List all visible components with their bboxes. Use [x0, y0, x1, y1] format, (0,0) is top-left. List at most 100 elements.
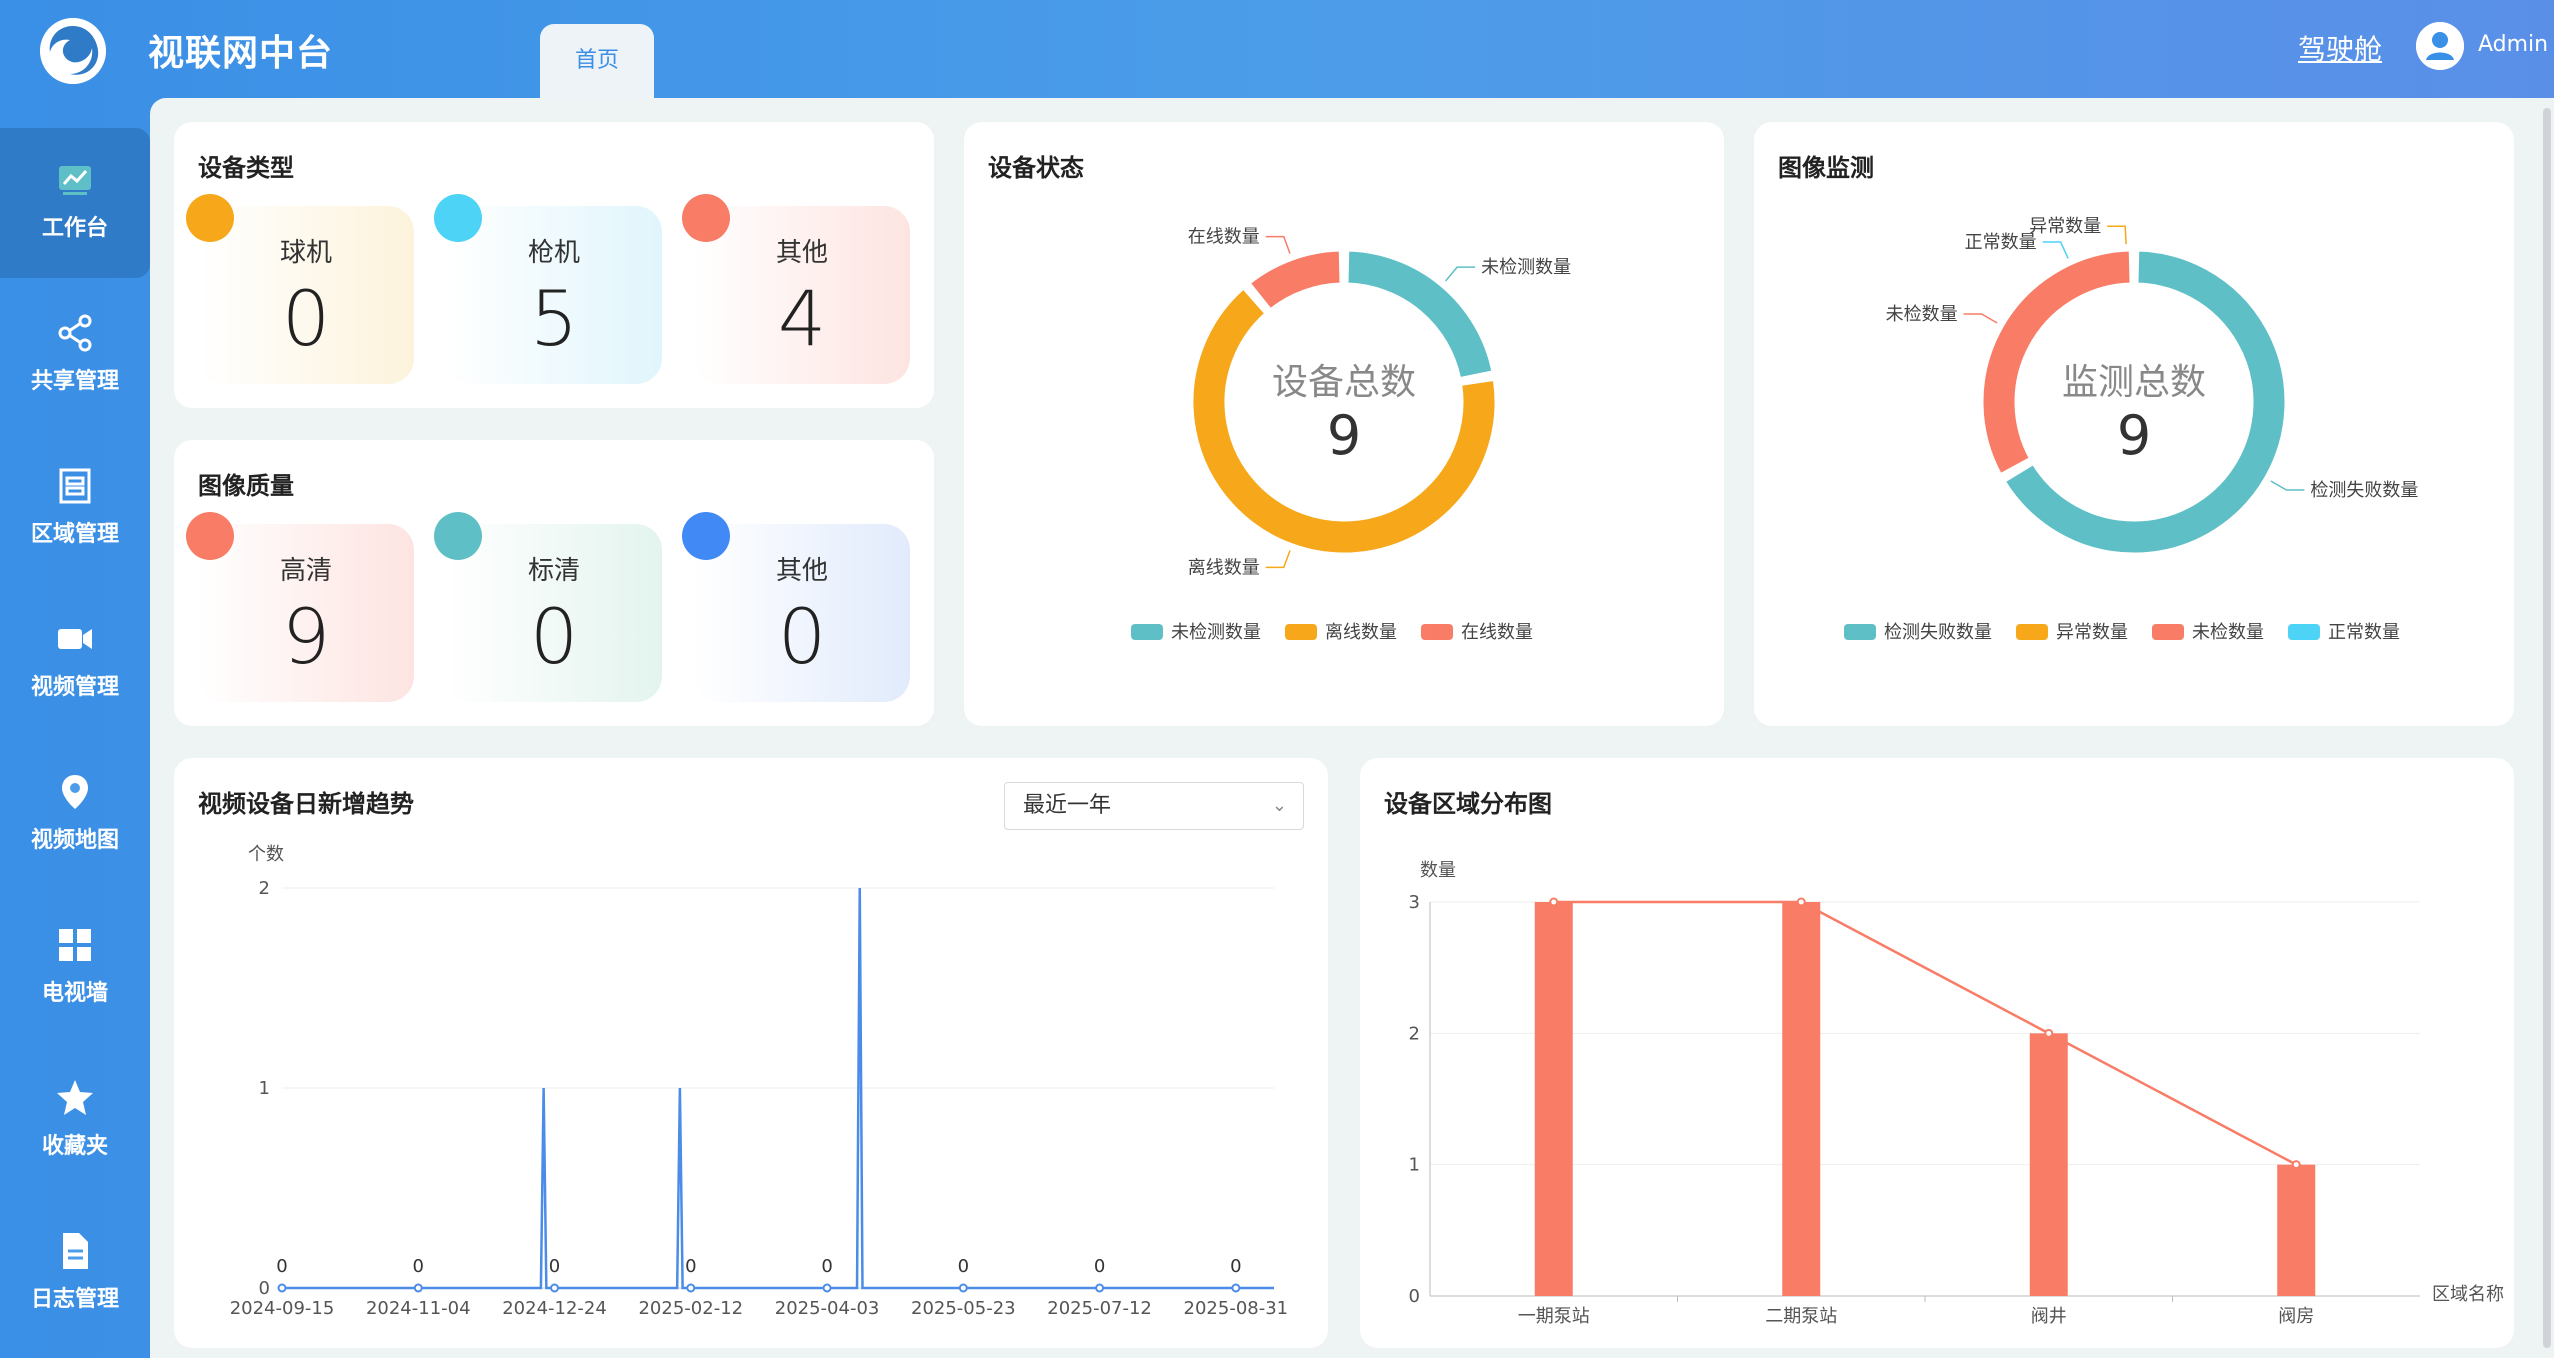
x-tick-label: 2024-12-24: [502, 1298, 607, 1319]
username[interactable]: Admin: [2478, 32, 2548, 57]
leader-line: [1963, 313, 1998, 324]
legend-label: 在线数量: [1461, 622, 1533, 643]
slice-label: 异常数量: [2029, 216, 2101, 237]
bar: [1534, 902, 1573, 1296]
region-icon: [55, 466, 95, 506]
stat-label: 高清: [279, 556, 332, 586]
cockpit-link[interactable]: 驾驶舱: [2298, 28, 2382, 68]
image-monitor-donut: 检测失败数量未检数量异常数量正常数量监测总数9检测失败数量 异常数量 未检数量 正常数…: [1844, 216, 2418, 643]
stat-label: 球机: [279, 238, 332, 268]
donut-slice: [1345, 248, 1495, 381]
leader-line: [1265, 235, 1291, 254]
device-status-card: 设备状态 未检测数量 离线数量 在线数量 设备总数 9 未检测数量 离线数量 在线数量: [964, 122, 1724, 726]
legend-swatch: [2288, 624, 2320, 640]
donut-center-label: 设备总数: [1272, 362, 1416, 403]
sidebar-item-video[interactable]: 视频管理: [0, 587, 150, 737]
x-tick-label: 2025-02-12: [638, 1298, 743, 1319]
y-tick-label: 0: [259, 1278, 270, 1299]
leader-line: [2042, 241, 2069, 259]
data-point: [1796, 897, 1806, 907]
donut-center-label: 监测总数: [2062, 362, 2206, 403]
legend-swatch: [1421, 624, 1453, 640]
sidebar-item-label: 工作台: [41, 216, 108, 241]
sidebar-item-tvwall[interactable]: 电视墙: [0, 893, 150, 1043]
bar: [2277, 1164, 2316, 1296]
device-status-donut: 未检测数量离线数量在线数量设备总数9未检测数量 离线数量 在线数量: [1131, 227, 1571, 643]
data-point: [958, 1283, 968, 1293]
data-label: 0: [1230, 1256, 1241, 1277]
legend-swatch: [2152, 624, 2184, 640]
stat-label: 标清: [527, 556, 580, 586]
trend-line-chart: 个数01202024-09-1502024-11-0402024-12-2402…: [230, 844, 1289, 1319]
data-label: 0: [1094, 1256, 1105, 1277]
legend-swatch: [1131, 624, 1163, 640]
data-label: 0: [685, 1256, 696, 1277]
leader-line: [2270, 480, 2305, 491]
sidebar-item-share[interactable]: 共享管理: [0, 281, 150, 431]
stat-sd: 标清 0: [434, 512, 662, 702]
legend-label: 未检数量: [2192, 622, 2264, 643]
data-point: [1549, 897, 1559, 907]
y-axis-label: 数量: [1420, 860, 1456, 881]
card-title: 设备类型: [198, 154, 294, 182]
stat-label: 枪机: [527, 238, 580, 268]
page-scrollbar[interactable]: [2540, 98, 2554, 1358]
stat-value: 0: [281, 274, 331, 363]
app-logo: [40, 18, 106, 84]
sidebar-item-label: 视频地图: [30, 828, 119, 853]
stat-dome-camera: 球机 0: [186, 194, 414, 384]
stat-other-type: 其他 4: [682, 194, 910, 384]
sidebar-item-label: 日志管理: [30, 1287, 119, 1312]
sidebar-item-workbench[interactable]: 工作台: [0, 128, 150, 278]
star-icon: [55, 1078, 95, 1118]
image-monitor-card: 图像监测 检测失败数量 未检数量 异常数量 正常数量 监测总数 9 检测失败数量 异常数量 未检…: [1754, 122, 2514, 726]
sidebar-item-label: 收藏夹: [41, 1134, 108, 1159]
x-tick-label: 阀井: [2031, 1306, 2067, 1327]
scrollbar-thumb[interactable]: [2543, 108, 2551, 1348]
sidebar-item-region[interactable]: 区域管理: [0, 434, 150, 584]
slice-label: 检测失败数量: [2310, 480, 2418, 501]
tab-home[interactable]: 首页: [540, 24, 654, 98]
data-point: [1231, 1283, 1241, 1293]
stat-value: 5: [529, 274, 579, 363]
legend-label: 异常数量: [2056, 622, 2128, 643]
data-point: [2291, 1160, 2301, 1170]
user-avatar-icon[interactable]: [2416, 22, 2464, 70]
x-tick-label: 2025-07-12: [1047, 1298, 1152, 1319]
data-label: 0: [276, 1256, 287, 1277]
stat-label: 其他: [775, 556, 828, 586]
stat-hd: 高清 9: [186, 512, 414, 702]
slice-label: 在线数量: [1188, 227, 1260, 248]
sidebar-item-label: 区域管理: [30, 522, 119, 547]
sidebar-item-map[interactable]: 视频地图: [0, 740, 150, 890]
x-tick-label: 阀房: [2278, 1306, 2314, 1327]
data-point: [822, 1283, 832, 1293]
x-tick-label: 2024-11-04: [366, 1298, 471, 1319]
map-pin-icon: [55, 772, 95, 812]
legend-swatch: [1285, 624, 1317, 640]
data-label: 0: [821, 1256, 832, 1277]
leader-line: [1265, 550, 1291, 569]
donut-center-value: 9: [1327, 404, 1361, 467]
data-point: [550, 1283, 560, 1293]
bar: [2029, 1033, 2068, 1296]
share-icon: [55, 313, 95, 353]
device-type-card: 设备类型 球机 0 枪机 5 其他 4: [174, 122, 934, 408]
leader-line: [1444, 266, 1476, 282]
x-axis-label: 区域名称: [2432, 1284, 2504, 1305]
legend-label: 未检测数量: [1171, 622, 1261, 643]
legend-swatch: [2016, 624, 2048, 640]
y-tick-label: 1: [1409, 1155, 1420, 1176]
stat-value: 9: [281, 592, 331, 681]
trend-card: 视频设备日新增趋势 最近一年 ⌄ 个数 0 1 2 0 2024-09-15 0 2024-1…: [174, 758, 1328, 1348]
stat-value: 0: [777, 592, 827, 681]
data-point: [277, 1283, 287, 1293]
y-tick-label: 0: [1409, 1286, 1420, 1307]
sidebar-item-favorites[interactable]: 收藏夹: [0, 1046, 150, 1196]
sidebar-item-logs[interactable]: 日志管理: [0, 1199, 150, 1349]
x-tick-label: 2024-09-15: [230, 1298, 335, 1319]
y-tick-label: 3: [1409, 892, 1420, 913]
x-tick-label: 2025-08-31: [1184, 1298, 1289, 1319]
data-point: [1095, 1283, 1105, 1293]
sidebar-item-label: 电视墙: [41, 981, 108, 1006]
